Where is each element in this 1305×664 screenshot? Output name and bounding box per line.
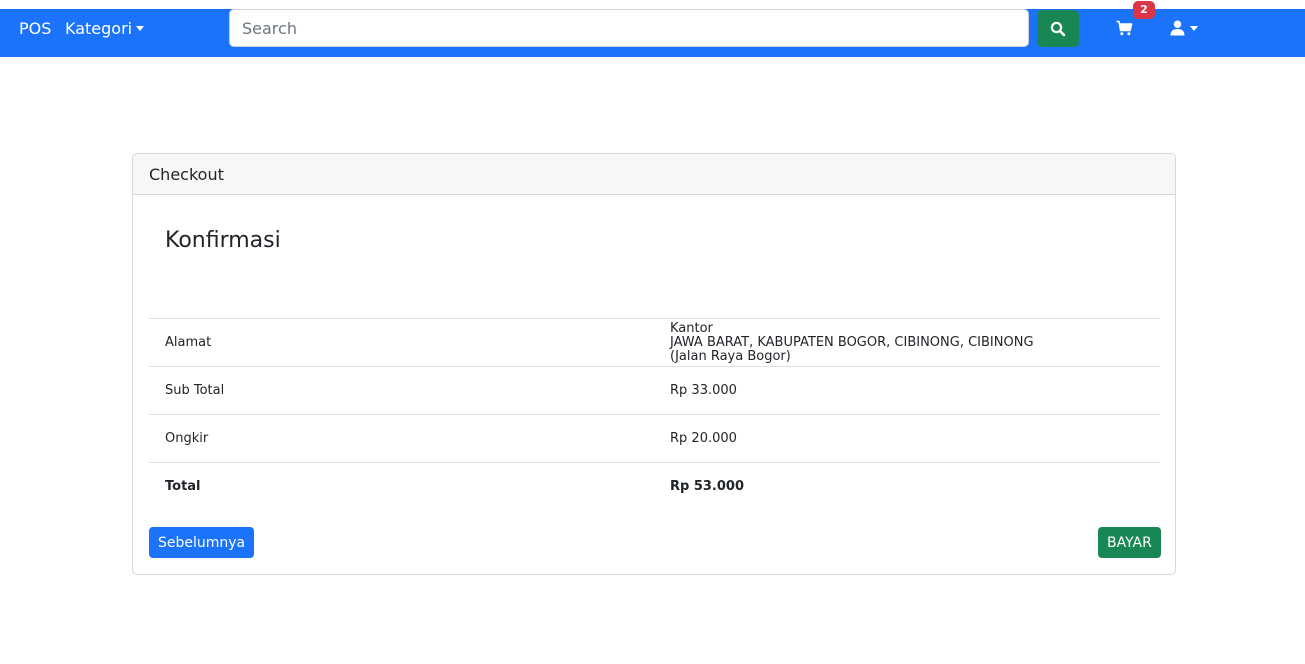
category-dropdown[interactable]: Kategori bbox=[65, 19, 145, 38]
address-row: Alamat Kantor JAWA BARAT, KABUPATEN BOGO… bbox=[149, 318, 1160, 367]
total-value: Rp 53.000 bbox=[654, 462, 1160, 511]
user-icon bbox=[1170, 20, 1185, 36]
address-line: (Jalan Raya Bogor) bbox=[670, 348, 791, 364]
card-header: Checkout bbox=[133, 154, 1175, 195]
navbar: POS Kategori 2 bbox=[0, 0, 1305, 57]
subtotal-row: Sub Total Rp 33.000 bbox=[149, 366, 1160, 415]
checkout-card: Checkout Konfirmasi Alamat Kantor JAWA B… bbox=[132, 153, 1176, 575]
navbar-top-strip bbox=[0, 0, 1305, 9]
shipping-label: Ongkir bbox=[149, 414, 654, 463]
previous-button[interactable]: Sebelumnya bbox=[149, 527, 255, 558]
search-button[interactable] bbox=[1037, 10, 1079, 47]
address-line: JAWA BARAT, KABUPATEN BOGOR, CIBINONG, C… bbox=[670, 334, 1034, 350]
address-line: Kantor bbox=[670, 320, 713, 336]
cart-button[interactable] bbox=[1116, 20, 1134, 38]
address-value: Kantor JAWA BARAT, KABUPATEN BOGOR, CIBI… bbox=[654, 318, 1160, 367]
total-row: Total Rp 53.000 bbox=[149, 462, 1160, 511]
subtotal-label: Sub Total bbox=[149, 366, 654, 415]
address-label: Alamat bbox=[149, 318, 654, 367]
order-summary-table: Alamat Kantor JAWA BARAT, KABUPATEN BOGO… bbox=[149, 318, 1160, 511]
total-label: Total bbox=[149, 462, 654, 511]
user-menu[interactable] bbox=[1170, 20, 1198, 36]
shopping-cart-icon bbox=[1116, 20, 1133, 36]
category-label: Kategori bbox=[65, 19, 133, 38]
pay-button[interactable]: BAYAR bbox=[1098, 527, 1161, 558]
shipping-row: Ongkir Rp 20.000 bbox=[149, 414, 1160, 463]
chevron-down-icon bbox=[136, 26, 145, 31]
brand-link[interactable]: POS bbox=[19, 19, 51, 38]
cart-count-badge: 2 bbox=[1133, 1, 1155, 19]
search-input[interactable] bbox=[229, 9, 1029, 47]
shipping-value: Rp 20.000 bbox=[654, 414, 1160, 463]
chevron-down-icon bbox=[1190, 25, 1198, 31]
subtotal-value: Rp 33.000 bbox=[654, 366, 1160, 415]
section-title: Konfirmasi bbox=[165, 228, 281, 253]
search-icon bbox=[1050, 21, 1066, 36]
